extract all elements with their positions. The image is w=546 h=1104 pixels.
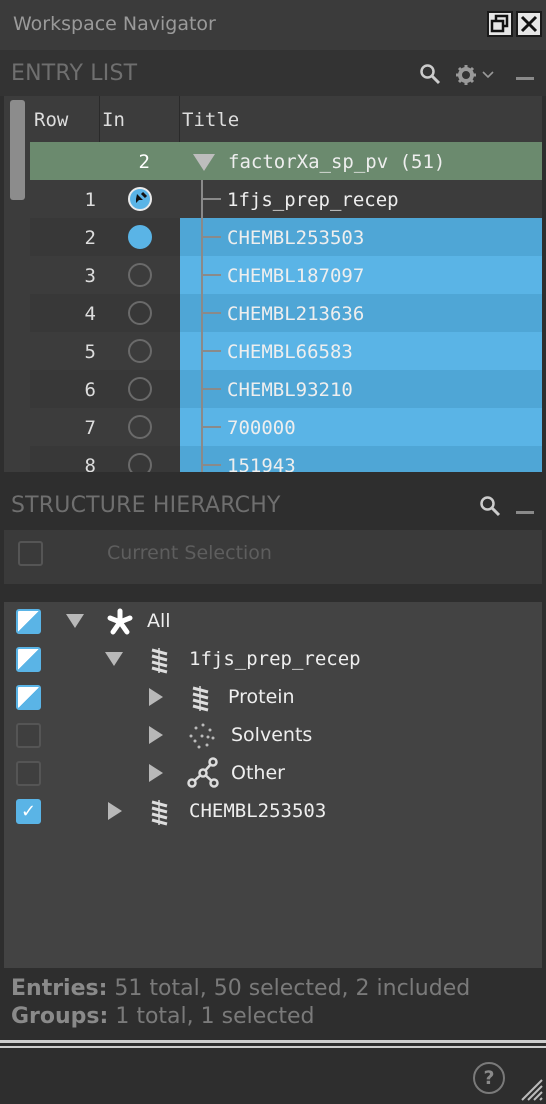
molecule-icon (151, 800, 168, 826)
minimize-icon[interactable] (516, 511, 534, 514)
include-toggle[interactable] (128, 415, 152, 439)
row-number: 2 (84, 227, 96, 249)
node-checkbox[interactable] (16, 647, 41, 672)
include-toggle[interactable] (128, 301, 152, 325)
close-icon[interactable] (516, 11, 542, 37)
row-number: 3 (84, 265, 96, 287)
other-icon (187, 757, 219, 788)
solvents-icon (189, 723, 215, 749)
groups-status: Groups: 1 total, 1 selected (11, 1004, 314, 1029)
tree-node-1fjs-prep-recep[interactable]: 1fjs_prep_recep (4, 640, 542, 678)
entry-title: 1fjs_prep_recep (227, 189, 399, 211)
entries-label: Entries: (11, 976, 108, 1001)
entry-title: CHEMBL66583 (227, 341, 353, 363)
search-icon[interactable] (419, 63, 441, 85)
table-header: Row In Title (30, 96, 542, 142)
groups-label: Groups: (11, 1004, 109, 1029)
structure-hierarchy-title: STRUCTURE HIERARCHY (11, 493, 281, 518)
include-toggle[interactable] (128, 339, 152, 363)
help-icon[interactable]: ? (473, 1062, 505, 1094)
groups-text: 1 total, 1 selected (115, 1004, 315, 1029)
tree-node-chembl253503[interactable]: ✓ CHEMBL253503 (4, 792, 542, 830)
expand-icon[interactable] (149, 726, 163, 744)
entry-title: CHEMBL213636 (227, 303, 365, 325)
search-icon[interactable] (479, 495, 501, 517)
tree-node-other[interactable]: Other (4, 754, 542, 792)
row-number: 8 (84, 455, 96, 472)
restore-icon[interactable] (487, 11, 513, 37)
minimize-icon[interactable] (516, 77, 534, 80)
resize-grip-icon[interactable] (518, 1076, 544, 1102)
window-titlebar: Workspace Navigator (0, 0, 546, 50)
node-checkbox[interactable] (16, 761, 41, 786)
collapse-icon[interactable] (66, 614, 84, 628)
include-toggle[interactable] (128, 377, 152, 401)
group-count: 2 (138, 151, 150, 173)
structure-hierarchy-header: STRUCTURE HIERARCHY (0, 482, 546, 528)
entries-status: Entries: 51 total, 50 selected, 2 includ… (11, 976, 470, 1001)
row-number: 7 (84, 417, 96, 439)
table-row[interactable]: 5 CHEMBL66583 (30, 332, 542, 370)
table-row[interactable]: 1 1fjs_prep_recep (30, 180, 542, 218)
group-title: factorXa_sp_pv (51) (228, 151, 446, 173)
collapse-icon[interactable] (105, 652, 123, 666)
expand-icon[interactable] (149, 764, 163, 782)
entry-list-title: ENTRY LIST (11, 61, 138, 86)
row-number: 5 (84, 341, 96, 363)
entry-title: CHEMBL253503 (227, 227, 365, 249)
include-toggle[interactable] (128, 453, 152, 472)
tree-node-all[interactable]: All (4, 602, 542, 640)
current-selection-checkbox[interactable] (18, 541, 43, 566)
node-checkbox[interactable] (16, 723, 41, 748)
node-label: CHEMBL253503 (189, 800, 327, 822)
row-number: 1 (84, 189, 96, 211)
divider (0, 1040, 546, 1043)
node-label: Protein (228, 686, 295, 708)
node-checkbox[interactable] (16, 685, 41, 710)
node-label: Other (231, 762, 285, 784)
gear-icon[interactable] (455, 64, 501, 86)
entry-title: CHEMBL93210 (227, 379, 353, 401)
structure-tree: All 1fjs_prep_recep Protein Solvents Oth (4, 602, 542, 968)
include-toggle[interactable] (128, 263, 152, 287)
column-title[interactable]: Title (182, 109, 239, 131)
expand-icon[interactable] (149, 688, 163, 706)
node-label: All (147, 610, 171, 632)
column-in[interactable]: In (102, 109, 125, 131)
scrollbar-thumb[interactable] (10, 100, 25, 200)
entry-table: Row In Title 2 factorXa_sp_pv (51) 1 1fj… (4, 96, 542, 472)
protein-icon (192, 686, 209, 712)
row-number: 4 (84, 303, 96, 325)
node-label: Solvents (231, 724, 313, 746)
group-row[interactable]: 2 factorXa_sp_pv (51) (30, 142, 542, 180)
node-checkbox[interactable] (16, 609, 41, 634)
table-row[interactable]: 4 CHEMBL213636 (30, 294, 542, 332)
divider (0, 1046, 546, 1048)
table-row[interactable]: 3 CHEMBL187097 (30, 256, 542, 294)
collapse-group-icon[interactable] (193, 154, 215, 171)
entry-title: 700000 (227, 417, 296, 439)
current-selection-label: Current Selection (107, 542, 272, 564)
include-toggle[interactable] (128, 225, 152, 249)
asterisk-icon (107, 608, 133, 635)
table-row[interactable]: 6 CHEMBL93210 (30, 370, 542, 408)
entry-list-header: ENTRY LIST (0, 50, 546, 96)
window-title: Workspace Navigator (13, 13, 216, 35)
pin-icon[interactable] (128, 187, 152, 211)
node-label: 1fjs_prep_recep (189, 648, 361, 670)
column-row[interactable]: Row (34, 109, 68, 131)
table-row[interactable]: 8 151943 (30, 446, 542, 472)
tree-node-solvents[interactable]: Solvents (4, 716, 542, 754)
entries-text: 51 total, 50 selected, 2 included (114, 976, 471, 1001)
current-selection-row: Current Selection (4, 530, 542, 584)
molecule-icon (151, 648, 168, 674)
row-number: 6 (84, 379, 96, 401)
tree-node-protein[interactable]: Protein (4, 678, 542, 716)
entry-title: 151943 (227, 455, 296, 472)
table-row[interactable]: 2 CHEMBL253503 (30, 218, 542, 256)
table-row[interactable]: 7 700000 (30, 408, 542, 446)
expand-icon[interactable] (108, 802, 122, 820)
node-checkbox[interactable]: ✓ (16, 799, 41, 824)
entry-title: CHEMBL187097 (227, 265, 365, 287)
